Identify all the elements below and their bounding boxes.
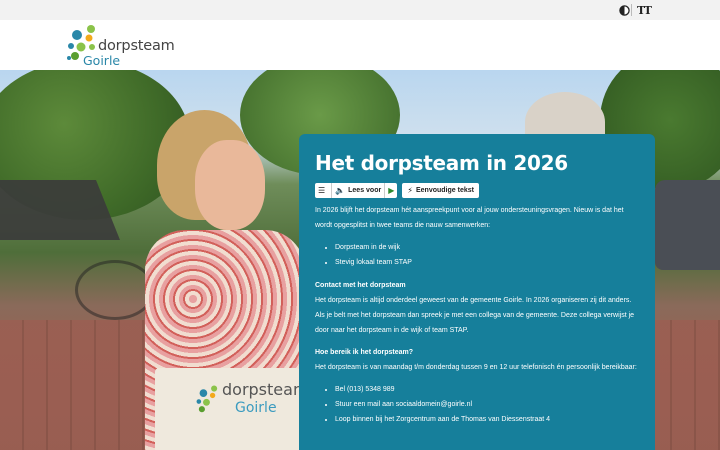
play-button[interactable]: ▶ [385, 183, 397, 198]
speaker-icon: 🔈 [335, 185, 346, 195]
list-item: Dorpsteam in de wijk [335, 240, 639, 255]
bag-wordmark: dorpsteam [222, 380, 309, 399]
list-item: Stevig lokaal team STAP [335, 255, 639, 270]
readspeaker-toolbar: ☰ 🔈 Lees voor ▶ ⚡ Eenvoudige tekst [315, 183, 639, 198]
toolbar-divider [631, 4, 632, 16]
contact-heading: Contact met het dorpsteam [315, 282, 406, 289]
bag-place: Goirle [235, 400, 277, 416]
lightning-icon: ⚡ [407, 186, 413, 195]
list-item-email: Stuur een mail aan sociaaldomein@goirle.… [335, 397, 639, 412]
bag-logo-icon [196, 385, 218, 413]
tote-bag: dorpsteam Goirle [155, 368, 309, 450]
bicycle [75, 260, 155, 320]
parked-car [655, 180, 720, 270]
logo-place: Goirle [83, 53, 121, 68]
reach-text: Het dorpsteam is van maandag t/m donderd… [315, 364, 637, 371]
site-header: dorpsteam Goirle [0, 20, 720, 70]
contrast-icon[interactable] [617, 3, 631, 17]
readspeaker-controls: ☰ 🔈 Lees voor ▶ [315, 183, 398, 198]
simple-text-button[interactable]: ⚡ Eenvoudige tekst [402, 183, 479, 198]
logo-wordmark: dorpsteam [98, 38, 175, 54]
email-link[interactable]: Stuur een mail aan sociaaldomein@goirle.… [335, 401, 472, 408]
logo-link[interactable]: dorpsteam Goirle [66, 24, 176, 68]
readspeaker-menu-button[interactable]: ☰ [315, 183, 333, 198]
utility-bar: TT [0, 0, 720, 20]
read-aloud-label: Lees voor [348, 187, 382, 194]
list-item-address: Loop binnen bij het Zorgcentrum aan de T… [335, 412, 639, 427]
contact-text: Het dorpsteam is altijd onderdeel gewees… [315, 297, 635, 334]
content-card: Het dorpsteam in 2026 ☰ 🔈 Lees voor ▶ ⚡ … [299, 134, 655, 450]
simple-text-label: Eenvoudige tekst [416, 187, 474, 194]
menu-icon: ☰ [318, 185, 326, 195]
read-aloud-button[interactable]: 🔈 Lees voor [332, 183, 386, 198]
list-item-phone: Bel (013) 5348 989 [335, 382, 639, 397]
teams-list: Dorpsteam in de wijk Stevig lokaal team … [335, 240, 639, 270]
page-title: Het dorpsteam in 2026 [315, 151, 568, 175]
phone-link[interactable]: Bel (013) 5348 989 [335, 386, 395, 393]
text-size-icon[interactable]: TT [637, 3, 652, 17]
play-icon: ▶ [388, 185, 395, 195]
reach-heading: Hoe bereik ik het dorpsteam? [315, 349, 414, 356]
reach-list: Bel (013) 5348 989 Stuur een mail aan so… [335, 382, 639, 427]
intro-text: In 2026 blijft het dorpsteam hét aanspre… [315, 207, 624, 229]
